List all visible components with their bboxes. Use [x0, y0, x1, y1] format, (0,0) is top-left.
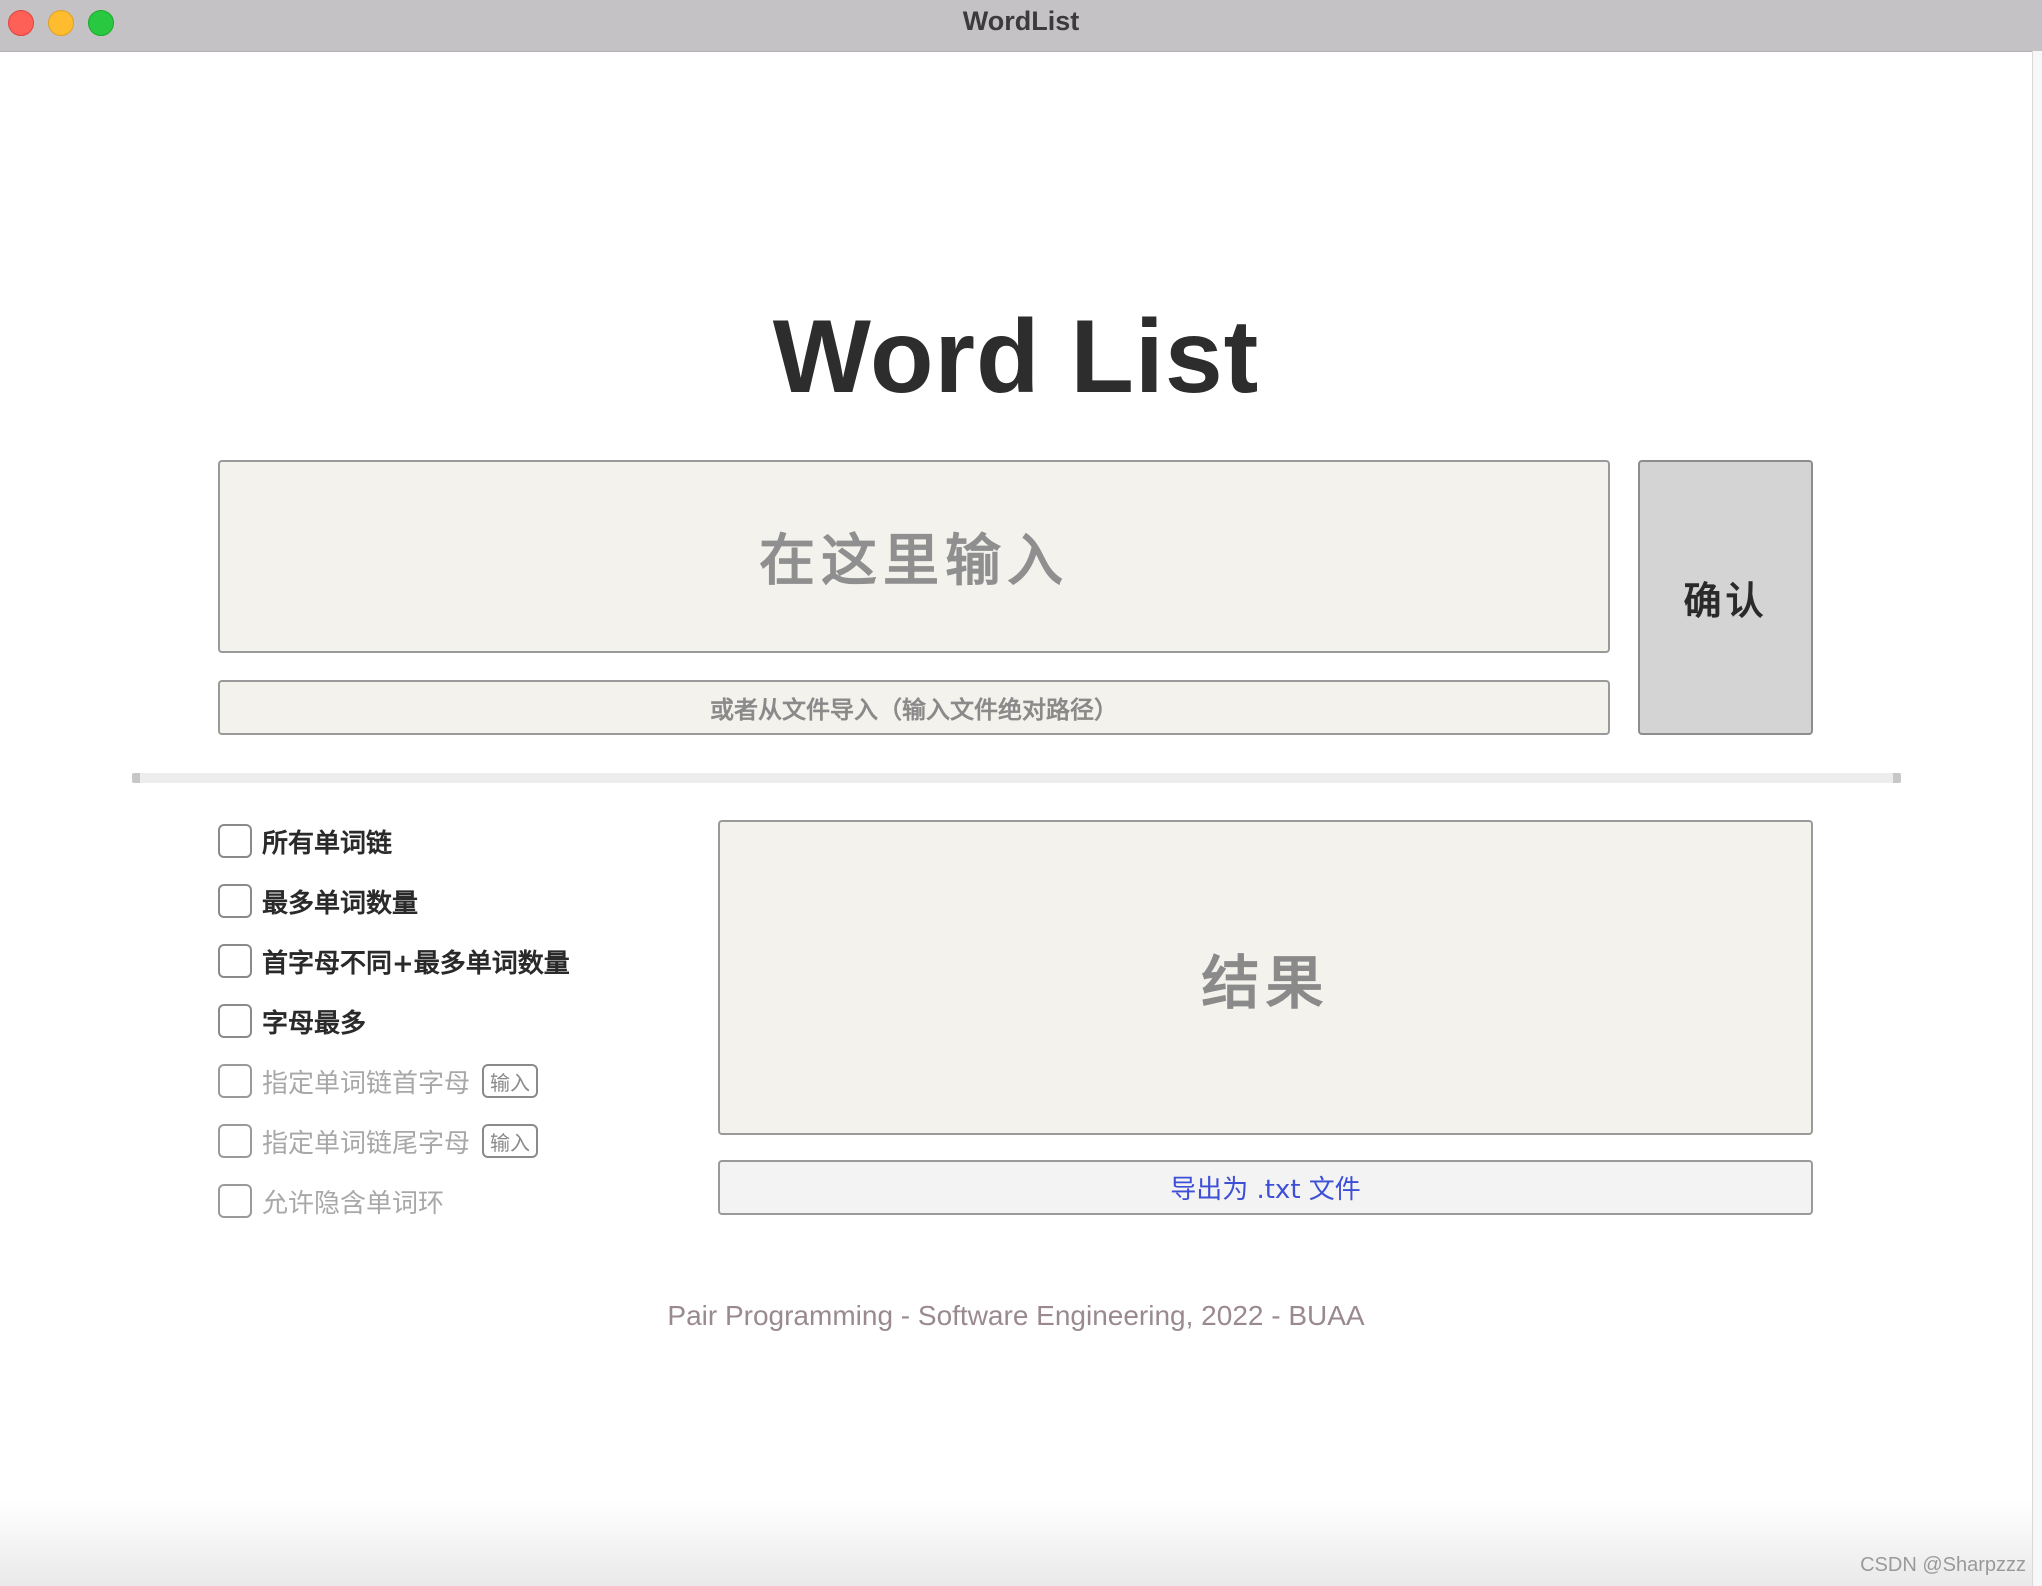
option-label: 最多单词数量 — [262, 888, 419, 919]
option-label: 指定单词链尾字母 — [262, 1128, 471, 1159]
option-max-words[interactable]: 最多单词数量 — [218, 882, 418, 920]
option-label: 指定单词链首字母 — [262, 1068, 471, 1099]
word-input-field[interactable]: 在这里输入 — [218, 460, 1610, 653]
checkbox[interactable] — [218, 824, 252, 858]
option-allow-loop[interactable]: 允许隐含单词环 — [218, 1182, 444, 1220]
page-title: Word List — [772, 299, 1260, 415]
watermark: CSDN @Sharpzzz — [1860, 1554, 2026, 1576]
app-window: WordList Word List 在这里输入 或者从文件导入（输入文件绝对路… — [0, 0, 2042, 1586]
option-label: 所有单词链 — [262, 828, 393, 859]
footer-credit: Pair Programming - Software Engineering,… — [667, 1300, 1365, 1331]
word-input-placeholder: 在这里输入 — [759, 529, 1069, 594]
head-letter-input[interactable]: 输入 — [482, 1064, 539, 1098]
section-divider — [132, 773, 1901, 783]
window-title: WordList — [962, 6, 1080, 36]
tail-letter-input-label: 输入 — [490, 1130, 531, 1155]
option-label: 字母最多 — [262, 1008, 367, 1039]
bottom-shade — [0, 1500, 2032, 1586]
title-bar: WordList — [0, 0, 2042, 52]
option-distinct-first-max-words[interactable]: 首字母不同+最多单词数量 — [218, 942, 570, 980]
option-head-letter[interactable]: 指定单词链首字母 输入 — [218, 1062, 539, 1100]
export-button-label: 导出为 .txt 文件 — [1170, 1175, 1361, 1205]
tail-letter-input[interactable]: 输入 — [482, 1124, 539, 1158]
checkbox[interactable] — [218, 884, 252, 918]
confirm-button-label: 确认 — [1683, 579, 1768, 623]
window-edge — [2032, 51, 2042, 1586]
option-label: 允许隐含单词环 — [262, 1188, 445, 1219]
export-txt-button[interactable]: 导出为 .txt 文件 — [718, 1160, 1813, 1215]
checkbox[interactable] — [218, 1184, 252, 1218]
checkbox[interactable] — [218, 1004, 252, 1038]
checkbox[interactable] — [218, 1124, 252, 1158]
result-area[interactable]: 结果 — [718, 820, 1813, 1135]
head-letter-input-label: 输入 — [490, 1070, 531, 1095]
result-placeholder: 结果 — [1201, 948, 1330, 1017]
confirm-button[interactable]: 确认 — [1638, 460, 1813, 735]
option-all-chains[interactable]: 所有单词链 — [218, 822, 392, 860]
checkbox[interactable] — [218, 1064, 252, 1098]
option-max-letters[interactable]: 字母最多 — [218, 1002, 366, 1040]
file-path-placeholder: 或者从文件导入（输入文件绝对路径） — [710, 696, 1118, 724]
checkbox[interactable] — [218, 944, 252, 978]
option-label: 首字母不同+最多单词数量 — [262, 948, 570, 979]
option-tail-letter[interactable]: 指定单词链尾字母 输入 — [218, 1122, 539, 1160]
file-path-input[interactable]: 或者从文件导入（输入文件绝对路径） — [218, 680, 1610, 735]
